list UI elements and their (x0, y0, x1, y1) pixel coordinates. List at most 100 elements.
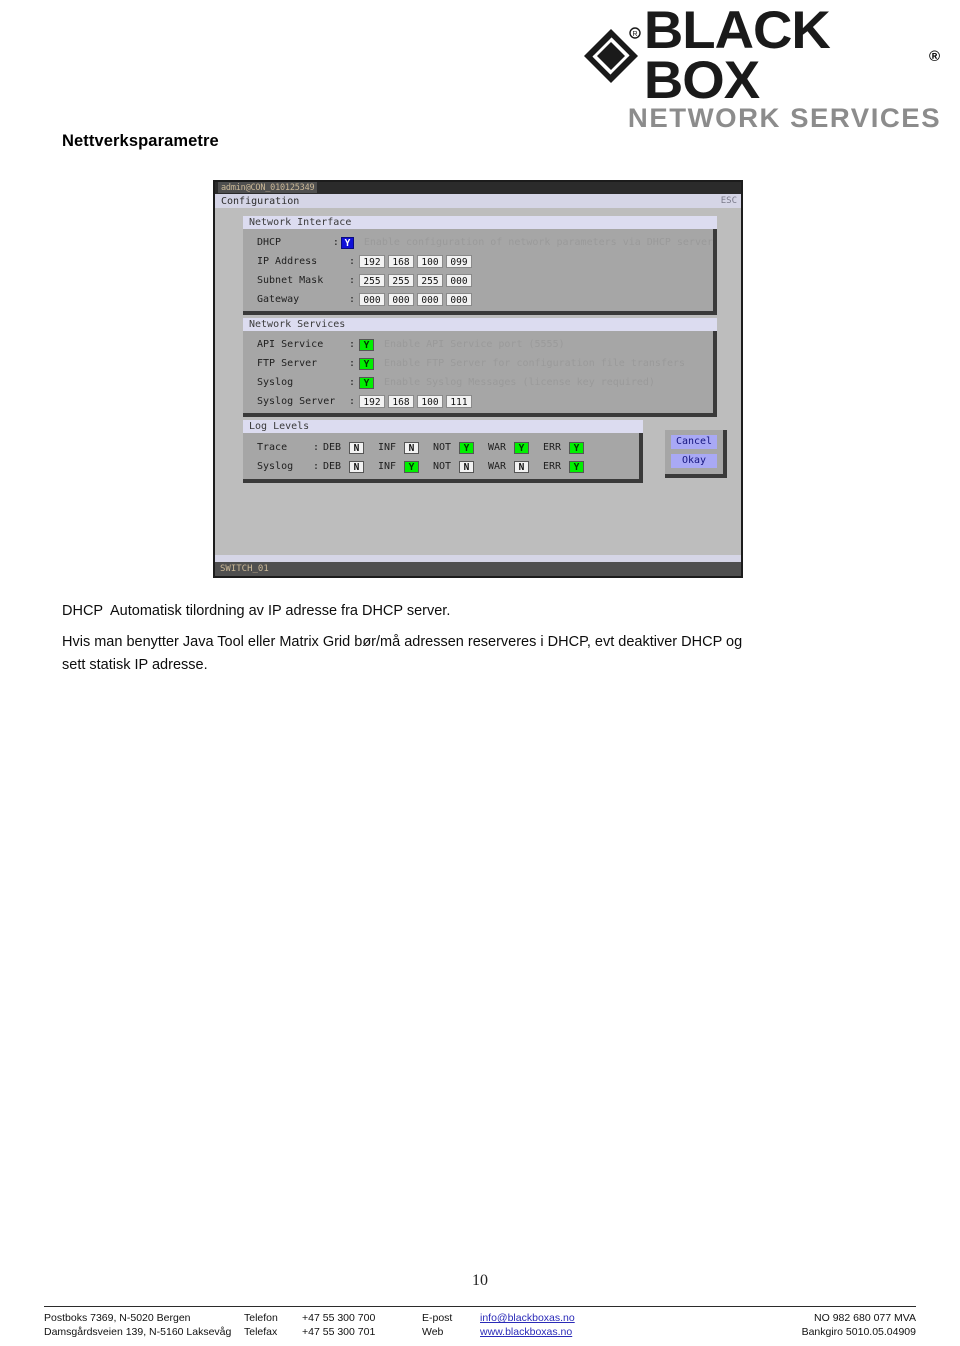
field-api-service[interactable]: API Service : Y Enable API Service port … (243, 335, 713, 354)
black-box-diamond-icon: R (580, 25, 642, 87)
syslog-server-octet-4[interactable]: 111 (446, 395, 472, 408)
footer-website-link[interactable]: www.blackboxas.no (480, 1325, 660, 1339)
footer-email-link[interactable]: info@blackboxas.no (480, 1311, 660, 1325)
subnet-mask-octet-1[interactable]: 255 (359, 274, 385, 287)
terminal-menubar: Configuration ESC (215, 194, 741, 208)
group-log-levels: Log Levels Trace : DEB N INF N NOT Y WAR… (243, 420, 643, 483)
field-ftp-server-label: FTP Server (257, 358, 318, 369)
trace-deb-checkbox[interactable]: N (349, 441, 364, 454)
subnet-mask-octet-3[interactable]: 255 (417, 274, 443, 287)
syslog-checkbox[interactable]: Y (359, 376, 374, 389)
cancel-button[interactable]: Cancel (671, 435, 717, 449)
field-syslog-server-label: Syslog Server (257, 396, 336, 407)
field-ftp-server-colon: : (349, 358, 356, 369)
trace-deb[interactable]: DEB N (323, 441, 364, 454)
trace-war-label: WAR (488, 442, 507, 453)
syslog-war-checkbox[interactable]: N (514, 460, 529, 473)
footer-telefax-value: +47 55 300 701 (302, 1326, 376, 1338)
gateway-octet-2[interactable]: 000 (388, 293, 414, 306)
syslog-not-checkbox[interactable]: N (459, 460, 474, 473)
syslog-inf[interactable]: INF Y (378, 460, 419, 473)
syslog-err-label: ERR (543, 461, 562, 472)
trace-not-label: NOT (433, 442, 452, 453)
field-ftp-server[interactable]: FTP Server : Y Enable FTP Server for con… (243, 354, 713, 373)
footer-epost-label: E-post (422, 1312, 453, 1324)
trace-err-checkbox[interactable]: Y (569, 441, 584, 454)
field-syslog[interactable]: Syslog : Y Enable Syslog Messages (licen… (243, 373, 713, 392)
log-level-trace-colon: : (313, 442, 320, 453)
page-number: 10 (472, 1272, 488, 1289)
terminal-screenshot: admin@CON_010125349 Configuration ESC Ne… (213, 180, 743, 578)
subnet-mask-octet-4[interactable]: 000 (446, 274, 472, 287)
trace-not-checkbox[interactable]: Y (459, 441, 474, 454)
syslog-deb[interactable]: DEB N (323, 460, 364, 473)
logo-tagline: NETWORK SERVICES (627, 102, 942, 133)
syslog-server-octet-1[interactable]: 192 (359, 395, 385, 408)
syslog-deb-label: DEB (323, 461, 342, 472)
field-syslog-label: Syslog (257, 377, 294, 388)
ip-address-octet-3[interactable]: 100 (417, 255, 443, 268)
subnet-mask-octet-2[interactable]: 255 (388, 274, 414, 287)
syslog-deb-checkbox[interactable]: N (349, 460, 364, 473)
trace-war-checkbox[interactable]: Y (514, 441, 529, 454)
menubar-esc-label[interactable]: ESC (721, 196, 737, 206)
syslog-not[interactable]: NOT N (433, 460, 474, 473)
terminal-title: admin@CON_010125349 (218, 182, 318, 193)
field-api-service-hint: Enable API Service port (5555) (384, 339, 565, 350)
field-ip-address[interactable]: IP Address : 192 168 100 099 (243, 252, 713, 271)
syslog-inf-label: INF (378, 461, 397, 472)
trace-err[interactable]: ERR Y (543, 441, 584, 454)
syslog-server-octet-2[interactable]: 168 (388, 395, 414, 408)
log-level-row-syslog[interactable]: Syslog : DEB N INF Y NOT N WAR N ERR Y (243, 457, 639, 476)
menubar-configuration-label[interactable]: Configuration (221, 196, 299, 207)
field-api-service-colon: : (349, 339, 356, 350)
body-paragraph-1-text: Automatisk tilordning av IP adresse fra … (110, 603, 451, 619)
ip-address-octet-1[interactable]: 192 (359, 255, 385, 268)
group-network-services: Network Services API Service : Y Enable … (243, 318, 717, 417)
gateway-octet-3[interactable]: 000 (417, 293, 443, 306)
syslog-err-checkbox[interactable]: Y (569, 460, 584, 473)
okay-button[interactable]: Okay (671, 454, 717, 468)
footer-vat-number: NO 982 680 077 MVA (814, 1312, 916, 1324)
field-subnet-mask[interactable]: Subnet Mask : 255 255 255 000 (243, 271, 713, 290)
ip-address-octet-2[interactable]: 168 (388, 255, 414, 268)
log-level-row-trace[interactable]: Trace : DEB N INF N NOT Y WAR Y ERR Y (243, 438, 639, 457)
syslog-inf-checkbox[interactable]: Y (404, 460, 419, 473)
group-network-interface-title: Network Interface (243, 216, 717, 229)
terminal-status-strip (215, 555, 741, 562)
trace-inf-checkbox[interactable]: N (404, 441, 419, 454)
ip-address-octets[interactable]: 192 168 100 099 (359, 255, 475, 268)
subnet-mask-octets[interactable]: 255 255 255 000 (359, 274, 475, 287)
group-network-services-title: Network Services (243, 318, 717, 331)
field-ip-address-label: IP Address (257, 256, 318, 267)
field-dhcp[interactable]: DHCP : Y Enable configuration of network… (243, 233, 713, 252)
group-log-levels-title: Log Levels (243, 420, 643, 433)
footer-address-line-2: Damsgårdsveien 139, N-5160 Laksevåg (44, 1326, 232, 1338)
ip-address-octet-4[interactable]: 099 (446, 255, 472, 268)
trace-err-label: ERR (543, 442, 562, 453)
logo-registered-mark: ® (928, 47, 940, 65)
field-gateway[interactable]: Gateway : 000 000 000 000 (243, 290, 713, 309)
dhcp-checkbox[interactable]: Y (341, 236, 354, 249)
api-service-checkbox[interactable]: Y (359, 338, 374, 351)
field-ip-address-colon: : (349, 256, 356, 267)
trace-deb-label: DEB (323, 442, 342, 453)
syslog-err[interactable]: ERR Y (543, 460, 584, 473)
field-syslog-server[interactable]: Syslog Server : 192 168 100 111 (243, 392, 713, 411)
gateway-octet-1[interactable]: 000 (359, 293, 385, 306)
logo-wordmark: BLACK BOX (643, 1, 831, 111)
gateway-octets[interactable]: 000 000 000 000 (359, 293, 475, 306)
ftp-server-checkbox[interactable]: Y (359, 357, 374, 370)
field-ftp-server-hint: Enable FTP Server for configuration file… (384, 358, 686, 369)
field-subnet-mask-label: Subnet Mask (257, 275, 324, 286)
trace-inf[interactable]: INF N (378, 441, 419, 454)
footer-address-line-1: Postboks 7369, N-5020 Bergen (44, 1312, 191, 1324)
trace-war[interactable]: WAR Y (488, 441, 529, 454)
syslog-server-octets[interactable]: 192 168 100 111 (359, 395, 475, 408)
trace-not[interactable]: NOT Y (433, 441, 474, 454)
log-level-syslog-label: Syslog (257, 461, 294, 472)
syslog-server-octet-3[interactable]: 100 (417, 395, 443, 408)
gateway-octet-4[interactable]: 000 (446, 293, 472, 306)
syslog-war[interactable]: WAR N (488, 460, 529, 473)
field-dhcp-hint: Enable configuration of network paramete… (363, 237, 714, 248)
